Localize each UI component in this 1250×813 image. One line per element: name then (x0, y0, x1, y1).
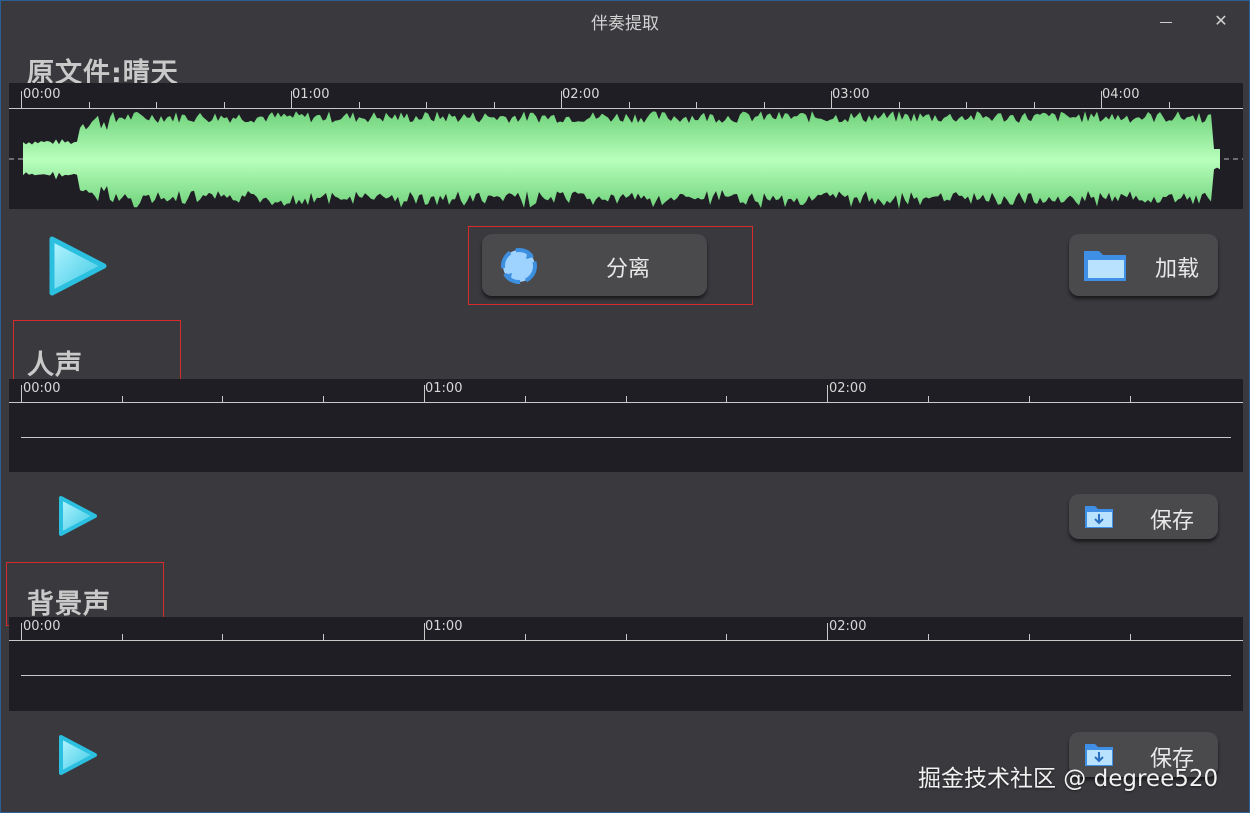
play-original-button[interactable] (46, 233, 110, 299)
tick-label: 01:00 (425, 381, 463, 396)
background-waveform-panel[interactable]: 00:00 01:00 02:00 (9, 617, 1243, 711)
window-title: 伴奏提取 (591, 14, 659, 34)
minor-tick (122, 396, 123, 402)
minor-tick (1130, 396, 1131, 402)
background-label: 背景声 (27, 589, 111, 620)
minor-tick (1029, 634, 1030, 640)
separate-label: 分离 (606, 257, 651, 282)
minor-tick (222, 634, 223, 640)
tick-label: 01:00 (425, 619, 463, 634)
close-button[interactable]: ✕ (1204, 7, 1238, 35)
save-vocals-button[interactable]: 保存 (1069, 494, 1218, 539)
minor-tick (323, 634, 324, 640)
empty-waveform-line (21, 675, 1231, 676)
minor-tick (726, 634, 727, 640)
folder-icon (1084, 251, 1126, 281)
minor-tick (626, 634, 627, 640)
major-tick (21, 623, 22, 640)
original-waveform (9, 111, 1243, 209)
minor-tick (525, 396, 526, 402)
play-background-button[interactable] (56, 733, 100, 777)
vocals-label: 人声 (27, 350, 83, 381)
minimize-button[interactable] (1149, 7, 1183, 35)
empty-waveform-line (21, 437, 1231, 438)
timeline-axis (9, 402, 1243, 403)
major-tick (827, 385, 828, 402)
tick-label: 00:00 (23, 381, 61, 396)
minor-tick (928, 396, 929, 402)
tick-label: 02:00 (829, 381, 867, 396)
minor-tick (323, 396, 324, 402)
watermark: 掘金技术社区 @ degree520 (918, 766, 1219, 792)
refresh-icon (501, 248, 537, 284)
major-tick (827, 623, 828, 640)
save-label: 保存 (1150, 509, 1195, 534)
title-bar: 伴奏提取 ✕ (1, 1, 1249, 41)
load-label: 加载 (1155, 257, 1200, 282)
major-tick (21, 385, 22, 402)
minor-tick (525, 634, 526, 640)
minor-tick (726, 396, 727, 402)
download-folder-icon (1085, 506, 1113, 528)
vocals-waveform-panel[interactable]: 00:00 01:00 02:00 (9, 379, 1243, 472)
waveform-shape (23, 111, 1220, 209)
minor-tick (626, 396, 627, 402)
timeline-axis (9, 640, 1243, 641)
play-vocals-button[interactable] (56, 494, 100, 538)
app-window: 伴奏提取 ✕ 原文件:晴天 00:00 01:00 02:00 03:00 04… (0, 0, 1250, 813)
tick-label: 00:00 (23, 619, 61, 634)
separate-button[interactable]: 分离 (482, 234, 707, 296)
major-tick (424, 385, 425, 402)
minor-tick (222, 396, 223, 402)
minor-tick (1130, 634, 1131, 640)
minor-tick (928, 634, 929, 640)
minor-tick (122, 634, 123, 640)
tick-label: 02:00 (829, 619, 867, 634)
minor-tick (1029, 396, 1030, 402)
load-button[interactable]: 加载 (1069, 234, 1218, 296)
original-waveform-panel[interactable]: 00:00 01:00 02:00 03:00 04:00 (9, 83, 1243, 209)
major-tick (424, 623, 425, 640)
